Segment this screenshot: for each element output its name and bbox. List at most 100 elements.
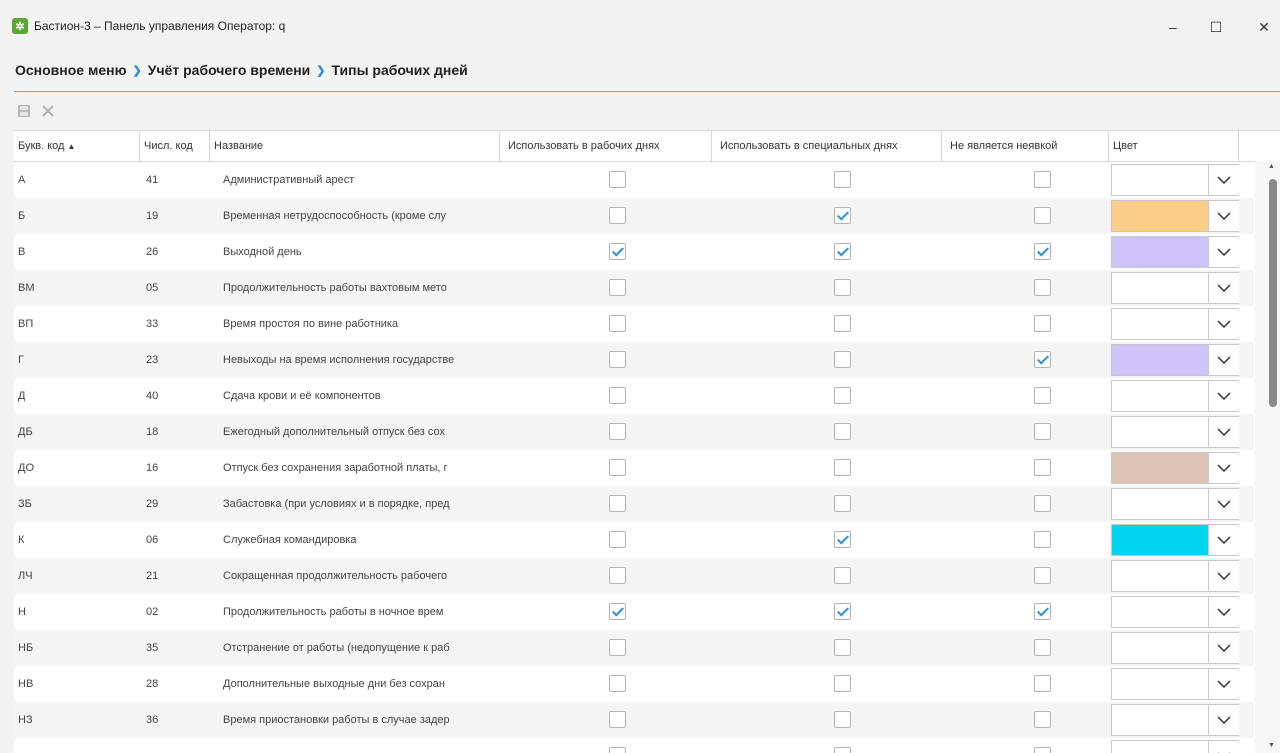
- color-picker[interactable]: [1111, 236, 1239, 268]
- breadcrumb-item-main-menu[interactable]: Основное меню: [15, 62, 127, 78]
- color-picker[interactable]: [1111, 452, 1239, 484]
- table-row[interactable]: В 26 Выходной день: [14, 234, 1254, 270]
- color-picker[interactable]: [1111, 164, 1239, 196]
- table-row[interactable]: ЛЧ 21 Сокращенная продолжительность рабоче…: [14, 558, 1254, 594]
- use-in-work-days-checkbox[interactable]: [609, 639, 626, 656]
- color-picker[interactable]: [1111, 488, 1239, 520]
- color-dropdown-button[interactable]: [1208, 237, 1239, 267]
- not-absence-checkbox[interactable]: [1034, 747, 1051, 753]
- table-row[interactable]: ВП 33 Время простоя по вине работника: [14, 306, 1254, 342]
- not-absence-checkbox[interactable]: [1034, 279, 1051, 296]
- not-absence-checkbox[interactable]: [1034, 495, 1051, 512]
- maximize-button[interactable]: ☐: [1196, 14, 1236, 40]
- table-row[interactable]: [14, 738, 1254, 753]
- scroll-down-arrow-icon[interactable]: ▼: [1268, 742, 1275, 749]
- use-in-work-days-checkbox[interactable]: [609, 387, 626, 404]
- column-header-not-absence[interactable]: Не является неявкой: [942, 131, 1109, 161]
- color-dropdown-button[interactable]: [1208, 201, 1239, 231]
- use-in-special-days-checkbox[interactable]: [834, 603, 851, 620]
- use-in-work-days-checkbox[interactable]: [609, 207, 626, 224]
- table-row[interactable]: Б 19 Временная нетрудоспособность (кроме с…: [14, 198, 1254, 234]
- use-in-work-days-checkbox[interactable]: [609, 315, 626, 332]
- table-row[interactable]: Г 23 Невыходы на время исполнения государс…: [14, 342, 1254, 378]
- use-in-special-days-checkbox[interactable]: [834, 567, 851, 584]
- not-absence-checkbox[interactable]: [1034, 459, 1051, 476]
- not-absence-checkbox[interactable]: [1034, 243, 1051, 260]
- not-absence-checkbox[interactable]: [1034, 387, 1051, 404]
- not-absence-checkbox[interactable]: [1034, 351, 1051, 368]
- use-in-special-days-checkbox[interactable]: [834, 315, 851, 332]
- color-dropdown-button[interactable]: [1208, 741, 1239, 753]
- color-dropdown-button[interactable]: [1208, 381, 1239, 411]
- use-in-special-days-checkbox[interactable]: [834, 351, 851, 368]
- column-header-numeric-code[interactable]: Числ. код: [140, 131, 210, 161]
- use-in-work-days-checkbox[interactable]: [609, 675, 626, 692]
- color-picker[interactable]: [1111, 632, 1239, 664]
- use-in-work-days-checkbox[interactable]: [609, 171, 626, 188]
- use-in-special-days-checkbox[interactable]: [834, 675, 851, 692]
- color-dropdown-button[interactable]: [1208, 633, 1239, 663]
- use-in-special-days-checkbox[interactable]: [834, 459, 851, 476]
- use-in-work-days-checkbox[interactable]: [609, 711, 626, 728]
- use-in-special-days-checkbox[interactable]: [834, 171, 851, 188]
- color-picker[interactable]: [1111, 308, 1239, 340]
- color-picker[interactable]: [1111, 380, 1239, 412]
- use-in-work-days-checkbox[interactable]: [609, 459, 626, 476]
- table-row[interactable]: НЗ 36 Время приостановки работы в случае з…: [14, 702, 1254, 738]
- use-in-special-days-checkbox[interactable]: [834, 423, 851, 440]
- table-row[interactable]: ВМ 05 Продолжительность работы вахтовым ме…: [14, 270, 1254, 306]
- not-absence-checkbox[interactable]: [1034, 207, 1051, 224]
- column-header-use-in-work-days[interactable]: Использовать в рабочих днях: [500, 131, 712, 161]
- use-in-special-days-checkbox[interactable]: [834, 387, 851, 404]
- table-row[interactable]: А 41 Административный арест: [14, 162, 1254, 198]
- color-dropdown-button[interactable]: [1208, 669, 1239, 699]
- use-in-special-days-checkbox[interactable]: [834, 207, 851, 224]
- use-in-work-days-checkbox[interactable]: [609, 351, 626, 368]
- vertical-scrollbar[interactable]: ▲ ▼: [1255, 161, 1280, 753]
- table-row[interactable]: К 06 Служебная командировка: [14, 522, 1254, 558]
- color-dropdown-button[interactable]: [1208, 273, 1239, 303]
- use-in-special-days-checkbox[interactable]: [834, 711, 851, 728]
- color-picker[interactable]: [1111, 704, 1239, 736]
- color-dropdown-button[interactable]: [1208, 561, 1239, 591]
- use-in-work-days-checkbox[interactable]: [609, 567, 626, 584]
- not-absence-checkbox[interactable]: [1034, 171, 1051, 188]
- use-in-work-days-checkbox[interactable]: [609, 423, 626, 440]
- color-picker[interactable]: [1111, 668, 1239, 700]
- color-picker[interactable]: [1111, 740, 1239, 753]
- use-in-work-days-checkbox[interactable]: [609, 531, 626, 548]
- use-in-special-days-checkbox[interactable]: [834, 747, 851, 753]
- color-dropdown-button[interactable]: [1208, 309, 1239, 339]
- use-in-work-days-checkbox[interactable]: [609, 495, 626, 512]
- column-header-color[interactable]: Цвет: [1109, 131, 1239, 161]
- use-in-special-days-checkbox[interactable]: [834, 279, 851, 296]
- color-picker[interactable]: [1111, 596, 1239, 628]
- color-dropdown-button[interactable]: [1208, 489, 1239, 519]
- not-absence-checkbox[interactable]: [1034, 603, 1051, 620]
- use-in-work-days-checkbox[interactable]: [609, 243, 626, 260]
- color-picker[interactable]: [1111, 200, 1239, 232]
- color-picker[interactable]: [1111, 344, 1239, 376]
- breadcrumb-item-time-tracking[interactable]: Учёт рабочего времени: [148, 62, 311, 78]
- color-dropdown-button[interactable]: [1208, 453, 1239, 483]
- not-absence-checkbox[interactable]: [1034, 567, 1051, 584]
- minimize-button[interactable]: –: [1153, 14, 1193, 40]
- color-picker[interactable]: [1111, 560, 1239, 592]
- table-row[interactable]: ЗБ 29 Забастовка (при условиях и в порядке…: [14, 486, 1254, 522]
- use-in-work-days-checkbox[interactable]: [609, 279, 626, 296]
- color-picker[interactable]: [1111, 272, 1239, 304]
- scroll-up-arrow-icon[interactable]: ▲: [1268, 163, 1275, 170]
- column-header-letter-code[interactable]: Букв. код ▲: [14, 131, 140, 161]
- color-dropdown-button[interactable]: [1208, 345, 1239, 375]
- color-picker[interactable]: [1111, 416, 1239, 448]
- not-absence-checkbox[interactable]: [1034, 711, 1051, 728]
- table-row[interactable]: НБ 35 Отстранение от работы (недопущение к…: [14, 630, 1254, 666]
- table-row[interactable]: ДО 16 Отпуск без сохранения заработной пла…: [14, 450, 1254, 486]
- use-in-special-days-checkbox[interactable]: [834, 495, 851, 512]
- use-in-special-days-checkbox[interactable]: [834, 639, 851, 656]
- column-header-use-in-special-days[interactable]: Использовать в специальных днях: [712, 131, 942, 161]
- close-button[interactable]: ✕: [1244, 14, 1280, 40]
- table-row[interactable]: НВ 28 Дополнительные выходные дни без сохр…: [14, 666, 1254, 702]
- save-button[interactable]: [14, 101, 34, 121]
- color-dropdown-button[interactable]: [1208, 165, 1239, 195]
